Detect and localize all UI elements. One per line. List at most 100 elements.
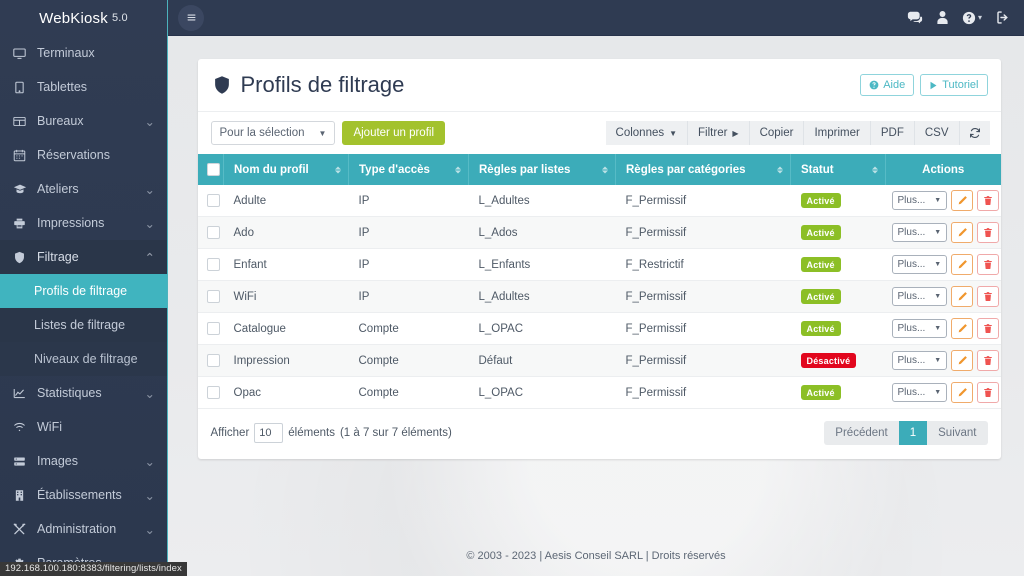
- edit-button[interactable]: [951, 318, 974, 339]
- cell-category-rules: F_Permissif: [615, 216, 791, 249]
- pdf-button[interactable]: PDF: [870, 121, 915, 145]
- table-head: Nom du profil Type d'accès Règles par li…: [197, 154, 1001, 185]
- sidebar-item-profils-de-filtrage[interactable]: Profils de filtrage: [0, 274, 167, 308]
- more-actions-button[interactable]: Plus... ▼: [891, 223, 948, 242]
- cell-category-rules: F_Permissif: [615, 312, 791, 345]
- tutorial-button[interactable]: Tutoriel: [920, 74, 988, 96]
- sign-out-icon[interactable]: [995, 10, 1010, 25]
- row-checkbox[interactable]: [206, 226, 220, 239]
- delete-button[interactable]: [977, 222, 1000, 243]
- cell-status: Activé: [790, 376, 886, 409]
- pagination-next[interactable]: Suivant: [927, 421, 988, 445]
- chevron-down-icon: ▾: [977, 13, 982, 22]
- columns-button[interactable]: Colonnes ▼: [605, 121, 689, 145]
- page-content: Profils de filtrage Aide Tutoriel Pour l…: [168, 36, 1024, 550]
- delete-button[interactable]: [977, 382, 1000, 403]
- sidebar-item-images[interactable]: Images ⌄: [0, 444, 167, 478]
- page-footer: © 2003 - 2023 | Aesis Conseil SARL | Dro…: [168, 550, 1024, 576]
- chevron-down-icon: ▼: [669, 128, 678, 138]
- sidebar-item-bureaux[interactable]: Bureaux ⌄: [0, 104, 167, 138]
- chart-line-icon: [13, 387, 33, 400]
- sidebar-item-administration[interactable]: Administration ⌄: [0, 512, 167, 546]
- sidebar-item-impressions[interactable]: Impressions ⌄: [0, 206, 167, 240]
- sidebar-item-reservations[interactable]: Réservations: [0, 138, 167, 172]
- copy-button[interactable]: Copier: [749, 121, 805, 145]
- delete-button[interactable]: [977, 286, 1000, 307]
- profiles-table: Nom du profil Type d'accès Règles par li…: [197, 154, 1001, 409]
- row-checkbox[interactable]: [206, 354, 220, 367]
- sidebar-item-terminaux[interactable]: Terminaux: [0, 36, 167, 70]
- cell-actions: Plus... ▼: [885, 312, 1001, 345]
- csv-button[interactable]: CSV: [914, 121, 960, 145]
- edit-button[interactable]: [951, 254, 974, 275]
- sidebar-item-filtrage[interactable]: Filtrage ⌃: [0, 240, 167, 274]
- menu-toggle-button[interactable]: [178, 4, 204, 31]
- column-header-type[interactable]: Type d'accès: [348, 154, 469, 185]
- brand-logo[interactable]: WebKiosk 5.0: [0, 0, 167, 36]
- comments-icon[interactable]: [907, 10, 923, 26]
- delete-button[interactable]: [977, 190, 1000, 211]
- pagination-previous[interactable]: Précédent: [824, 421, 899, 445]
- profiles-panel: Profils de filtrage Aide Tutoriel Pour l…: [197, 59, 1001, 459]
- tablet-icon: [13, 81, 33, 94]
- add-profile-button[interactable]: Ajouter un profil: [342, 121, 445, 145]
- page-length-input[interactable]: [254, 423, 284, 443]
- row-checkbox[interactable]: [206, 322, 220, 335]
- more-actions-button[interactable]: Plus... ▼: [891, 191, 948, 210]
- delete-button[interactable]: [977, 350, 1000, 371]
- column-header-category-rules[interactable]: Règles par catégories: [615, 154, 791, 185]
- sidebar-item-statistiques[interactable]: Statistiques ⌄: [0, 376, 167, 410]
- refresh-button[interactable]: [959, 121, 990, 145]
- chevron-down-icon: ⌄: [144, 454, 155, 469]
- cell-actions: Plus... ▼: [885, 216, 1001, 249]
- more-actions-button[interactable]: Plus... ▼: [891, 255, 948, 274]
- edit-button[interactable]: [951, 222, 974, 243]
- select-all-checkbox[interactable]: [206, 163, 220, 176]
- sidebar-item-listes-de-filtrage[interactable]: Listes de filtrage: [0, 308, 167, 342]
- delete-button[interactable]: [977, 318, 1000, 339]
- bulk-action-label: Pour la sélection: [219, 127, 305, 139]
- cell-access-type: Compte: [348, 344, 469, 377]
- column-header-status[interactable]: Statut: [790, 154, 886, 185]
- edit-button[interactable]: [951, 190, 974, 211]
- shield-icon: [212, 74, 232, 96]
- column-header-name[interactable]: Nom du profil: [223, 154, 349, 185]
- sidebar-item-niveaux-de-filtrage[interactable]: Niveaux de filtrage: [0, 342, 167, 376]
- pagination-page-1[interactable]: 1: [898, 421, 928, 445]
- table-footer: Afficher éléments (1 à 7 sur 7 éléments)…: [198, 409, 1001, 459]
- chevron-down-icon: ▼: [934, 229, 942, 236]
- edit-button[interactable]: [951, 286, 974, 307]
- sidebar-item-ateliers[interactable]: Ateliers ⌄: [0, 172, 167, 206]
- more-actions-button[interactable]: Plus... ▼: [891, 287, 948, 306]
- help-icon[interactable]: ▾: [962, 11, 982, 25]
- print-button[interactable]: Imprimer: [804, 121, 871, 145]
- sidebar-item-tablettes[interactable]: Tablettes: [0, 70, 167, 104]
- row-action-group: Plus... ▼: [891, 222, 1000, 243]
- cell-profile-name: Adulte: [223, 185, 349, 217]
- edit-button[interactable]: [951, 382, 974, 403]
- user-icon[interactable]: [936, 10, 949, 25]
- delete-button[interactable]: [977, 254, 1000, 275]
- column-header-list-rules[interactable]: Règles par listes: [468, 154, 616, 185]
- table-row: Opac Compte L_OPAC F_Permissif Activé Plus...…: [197, 376, 1001, 409]
- sidebar-item-etablissements[interactable]: Établissements ⌄: [0, 478, 167, 512]
- row-checkbox[interactable]: [206, 194, 220, 207]
- cell-category-rules: F_Permissif: [615, 344, 791, 377]
- row-checkbox[interactable]: [206, 290, 220, 303]
- status-badge: Activé: [800, 321, 841, 336]
- sidebar-item-wifi[interactable]: WiFi: [0, 410, 167, 444]
- sidebar-item-label: Statistiques: [37, 386, 102, 400]
- row-checkbox[interactable]: [206, 386, 220, 399]
- copyright-text: © 2003 - 2023 | Aesis Conseil SARL | Dro…: [466, 550, 726, 562]
- help-button[interactable]: Aide: [860, 74, 915, 96]
- table-row: Ado IP L_Ados F_Permissif Activé Plus... ▼: [197, 216, 1001, 249]
- bulk-action-dropdown[interactable]: Pour la sélection ▼: [210, 121, 336, 145]
- edit-button[interactable]: [951, 350, 974, 371]
- columns-button-label: Colonnes: [615, 127, 665, 139]
- row-checkbox[interactable]: [206, 258, 220, 271]
- calendar-icon: [13, 149, 33, 162]
- more-actions-button[interactable]: Plus... ▼: [891, 319, 948, 338]
- more-actions-button[interactable]: Plus... ▼: [891, 351, 948, 370]
- filter-button[interactable]: Filtrer ▶: [688, 121, 750, 145]
- more-actions-button[interactable]: Plus... ▼: [891, 383, 948, 402]
